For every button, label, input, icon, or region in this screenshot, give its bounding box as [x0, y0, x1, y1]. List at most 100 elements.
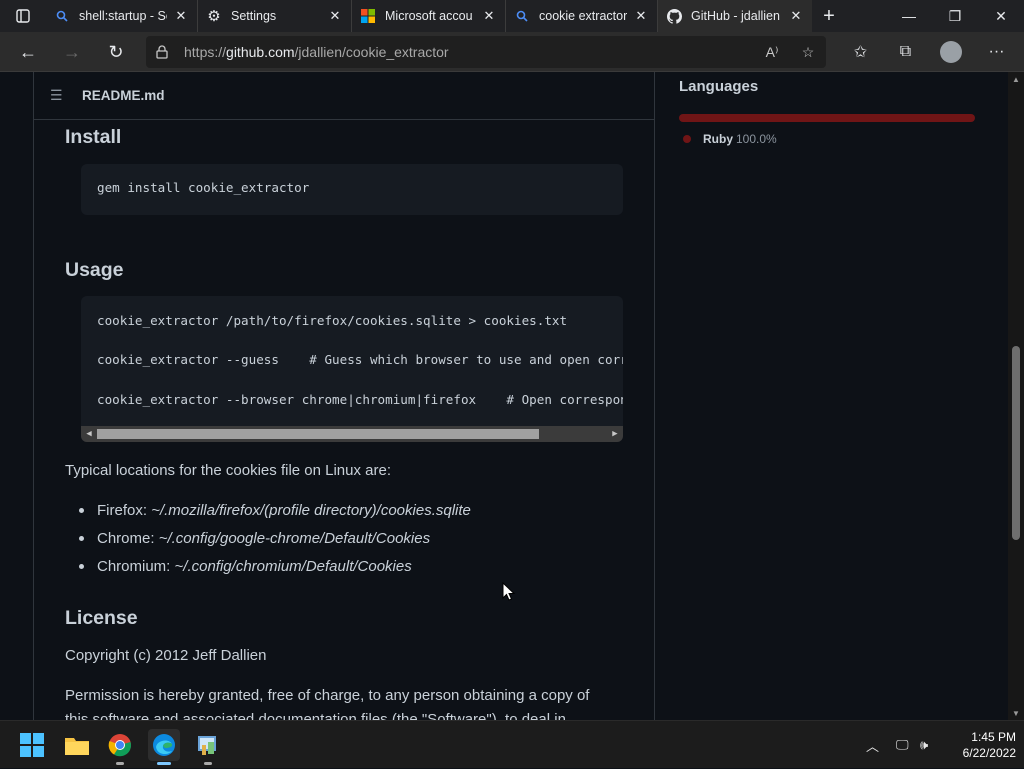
close-tab-icon[interactable]: ✕: [327, 8, 343, 24]
plus-icon: +: [823, 4, 835, 27]
add-favorite-icon[interactable]: ☆: [790, 36, 826, 68]
language-item-ruby[interactable]: Ruby 100.0%: [683, 132, 777, 146]
clock-date: 6/22/2022: [962, 746, 1016, 760]
profile-button[interactable]: [928, 32, 974, 72]
language-color-dot: [683, 135, 691, 143]
running-indicator: [204, 762, 212, 765]
search-icon: [514, 8, 530, 24]
install-code-block: gem install cookie_extractor: [81, 164, 623, 215]
tab-actions-button[interactable]: [0, 0, 46, 32]
gear-icon: ⚙: [207, 8, 221, 25]
address-bar[interactable]: https://github.com/jdallien/cookie_extra…: [146, 36, 826, 68]
tab-title: shell:startup - Se: [79, 9, 167, 23]
control-panel-button[interactable]: [192, 729, 224, 765]
code-line: cookie_extractor --browser chrome|chromi…: [97, 392, 623, 407]
forward-button[interactable]: →: [50, 32, 94, 72]
read-aloud-icon[interactable]: A⁾: [754, 36, 790, 68]
taskbar-clock[interactable]: 1:45 PM 6/22/2022: [944, 729, 1016, 761]
tab-title: Microsoft accou: [385, 9, 473, 23]
taskbar: ︿ 🖵 🕪 1:45 PM 6/22/2022: [0, 720, 1024, 768]
list-item: Chrome: ~/.config/google-chrome/Default/…: [79, 530, 430, 547]
scroll-left-icon[interactable]: ◀: [81, 426, 97, 442]
refresh-button[interactable]: ↻: [94, 32, 138, 72]
tab-github[interactable]: GitHub - jdallien ✕: [658, 0, 812, 32]
scroll-up-icon[interactable]: ▲: [1008, 72, 1024, 86]
code-line: cookie_extractor /path/to/firefox/cookie…: [97, 313, 568, 328]
copyright-text: Copyright (c) 2012 Jeff Dallien: [65, 647, 267, 664]
tab-shell-startup[interactable]: shell:startup - Se ✕: [46, 0, 198, 32]
file-explorer-icon: [65, 738, 89, 755]
minimize-button[interactable]: —: [886, 0, 932, 32]
readme-header: ☰ README.md: [34, 72, 654, 120]
tab-settings[interactable]: ⚙ Settings ✕: [198, 0, 352, 32]
close-tab-icon[interactable]: ✕: [481, 8, 497, 24]
lock-icon[interactable]: [146, 45, 178, 59]
volume-icon[interactable]: 🕪: [920, 721, 928, 769]
network-icon[interactable]: 🖵: [896, 721, 909, 769]
tab-title: cookie extractor: [539, 9, 627, 23]
control-panel-icon: [198, 736, 216, 755]
back-button[interactable]: ←: [6, 32, 50, 72]
file-explorer-button[interactable]: [61, 729, 93, 761]
table-of-contents-icon[interactable]: ☰: [50, 87, 66, 104]
list-item: Chromium: ~/.config/chromium/Default/Coo…: [79, 558, 412, 575]
language-bar: [679, 114, 975, 122]
collections-icon[interactable]: ⧉: [883, 32, 928, 72]
readme-filename: README.md: [82, 88, 165, 103]
usage-heading: Usage: [65, 259, 124, 281]
permission-text: this software and associated documentati…: [65, 711, 566, 720]
avatar: [940, 41, 962, 63]
chrome-icon: [108, 734, 132, 757]
tab-title: GitHub - jdallien: [691, 9, 780, 23]
license-heading: License: [65, 607, 138, 629]
scrollbar-thumb[interactable]: [97, 429, 539, 439]
restore-button[interactable]: ❐: [932, 0, 978, 32]
favorites-icon[interactable]: ✩: [838, 32, 883, 72]
github-icon: [666, 8, 682, 24]
scroll-down-icon[interactable]: ▼: [1008, 706, 1024, 720]
start-button[interactable]: [16, 729, 48, 761]
tab-title: Settings: [231, 9, 277, 23]
scrollbar-thumb[interactable]: [1012, 346, 1020, 540]
chevron-up-icon: ︿: [866, 738, 880, 754]
search-icon: [54, 8, 70, 24]
refresh-icon: ↻: [108, 41, 124, 62]
usage-code-block: cookie_extractor /path/to/firefox/cookie…: [81, 296, 623, 442]
page-viewport: ☰ README.md Install gem install cookie_e…: [0, 72, 1024, 720]
clock-time: 1:45 PM: [971, 730, 1016, 744]
close-tab-icon[interactable]: ✕: [788, 8, 804, 24]
list-item: Firefox: ~/.mozilla/firefox/(profile dir…: [79, 502, 471, 519]
code-line: cookie_extractor --guess # Guess which b…: [97, 352, 623, 367]
edge-icon: [153, 734, 175, 756]
microsoft-logo-icon: [360, 8, 376, 24]
arrow-left-icon: ←: [19, 41, 37, 62]
vertical-scrollbar[interactable]: ▲ ▼: [1008, 72, 1024, 720]
edge-button[interactable]: [148, 729, 180, 765]
new-tab-button[interactable]: +: [812, 0, 846, 32]
code-line: gem install cookie_extractor: [97, 180, 310, 195]
windows-start-icon: [20, 733, 44, 757]
browser-toolbar: ← → ↻ https://github.com/jdallien/cookie…: [0, 32, 1024, 72]
scroll-right-icon[interactable]: ▶: [607, 426, 623, 442]
minimize-icon: —: [902, 8, 916, 24]
show-hidden-icons-button[interactable]: ︿: [866, 721, 879, 769]
locations-intro: Typical locations for the cookies file o…: [65, 462, 392, 479]
permission-text: Permission is hereby granted, free of ch…: [65, 687, 590, 704]
tab-microsoft-account[interactable]: Microsoft accou ✕: [352, 0, 506, 32]
horizontal-scrollbar[interactable]: ◀ ▶: [81, 426, 623, 442]
chrome-button[interactable]: [104, 729, 136, 765]
browser-tab-bar: shell:startup - Se ✕ ⚙ Settings ✕ Micros…: [0, 0, 1024, 32]
languages-title[interactable]: Languages: [679, 78, 758, 95]
tab-actions-icon: [16, 9, 30, 23]
running-indicator: [116, 762, 124, 765]
close-tab-icon[interactable]: ✕: [633, 8, 649, 24]
install-heading: Install: [65, 126, 122, 148]
readme-panel: ☰ README.md Install gem install cookie_e…: [33, 72, 655, 720]
url-text[interactable]: https://github.com/jdallien/cookie_extra…: [184, 44, 449, 60]
close-window-button[interactable]: ✕: [978, 0, 1024, 32]
more-options-icon[interactable]: ···: [974, 32, 1019, 72]
language-bar-fill-ruby: [679, 114, 975, 122]
arrow-right-icon: →: [63, 41, 81, 62]
close-tab-icon[interactable]: ✕: [173, 8, 189, 24]
tab-cookie-extractor-search[interactable]: cookie extractor ✕: [506, 0, 658, 32]
